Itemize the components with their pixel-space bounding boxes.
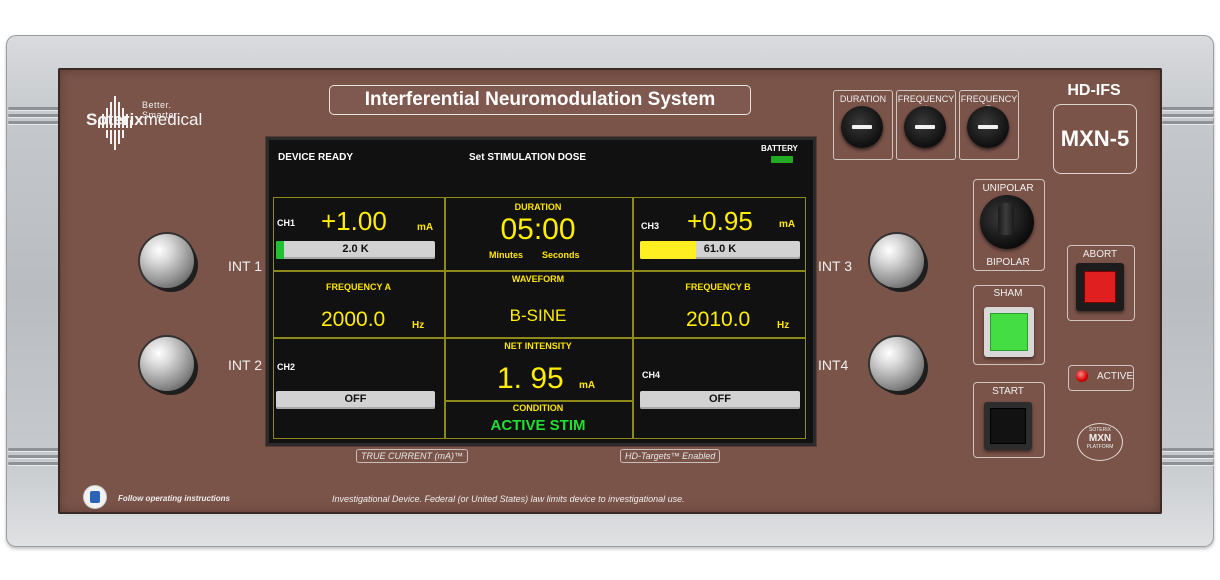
net-intensity-value: 1. 95 — [497, 362, 564, 395]
ch2-label: CH2 — [277, 362, 296, 372]
ch1-impedance: 2.0 K — [342, 243, 369, 255]
unipolar-label: UNIPOLAR — [982, 183, 1034, 194]
chassis-rail — [1162, 462, 1214, 465]
duration-knob-label: DURATION — [839, 94, 887, 104]
condition-label: CONDITION — [512, 403, 564, 413]
ch1-label: CH1 — [277, 218, 296, 228]
int2-knob[interactable] — [140, 337, 194, 391]
frequency-b-value: 2010.0 — [686, 308, 751, 331]
active-led-icon — [1076, 370, 1088, 382]
chassis-rail — [1162, 448, 1214, 451]
sham-button[interactable] — [984, 307, 1034, 357]
battery-icon — [771, 156, 793, 163]
brand-name: Soterixmedical — [86, 110, 203, 129]
ch4-label: CH4 — [642, 370, 661, 380]
frequency-b-unit: Hz — [777, 320, 790, 331]
ch3-impedance: 61.0 K — [703, 243, 737, 255]
ch1-unit: mA — [417, 222, 434, 233]
start-button[interactable] — [984, 402, 1032, 450]
device-status: DEVICE READY — [278, 152, 354, 163]
duration-knob[interactable] — [841, 106, 883, 148]
waveform-label: WAVEFORM — [511, 274, 565, 284]
net-intensity-label: NET INTENSITY — [504, 341, 572, 351]
frequency-b-knob[interactable] — [967, 106, 1009, 148]
ch4-state: OFF — [709, 393, 731, 405]
chassis-rail — [8, 107, 60, 110]
ch3-impedance-bar: 61.0 K — [640, 241, 800, 259]
abort-button[interactable] — [1076, 263, 1124, 311]
device-title: Interferential Neuromodulation System — [329, 85, 751, 115]
int3-label: INT 3 — [818, 258, 852, 274]
ch2-state: OFF — [344, 393, 367, 405]
sham-label: SHAM — [993, 288, 1023, 299]
ch4-state-bar: OFF — [640, 391, 800, 409]
ch3-label: CH3 — [641, 221, 660, 231]
duration-minutes-label: Minutes — [489, 250, 524, 260]
int3-knob[interactable] — [870, 234, 924, 288]
chassis-rail — [1162, 121, 1214, 124]
frequency-a-value: 2000.0 — [321, 308, 386, 331]
int1-label: INT 1 — [228, 258, 262, 274]
model-top-label: HD-IFS — [1067, 82, 1121, 99]
toggle-lever-icon — [998, 203, 1014, 235]
active-label: ACTIVE — [1097, 371, 1134, 382]
duration-value: 05:00 — [500, 213, 576, 246]
chassis-rail — [8, 448, 60, 451]
chassis-rail — [8, 121, 60, 124]
ch2-state-bar: OFF — [276, 391, 435, 409]
instructions-icon — [84, 486, 106, 508]
chassis-rail — [8, 114, 60, 117]
int4-label: INT4 — [818, 357, 849, 373]
int2-label: INT 2 — [228, 357, 262, 373]
ch4-panel — [632, 337, 806, 439]
hd-targets-label: HD-Targets™ Enabled — [620, 449, 721, 463]
battery-label: BATTERY — [761, 144, 798, 153]
true-current-label: TRUE CURRENT (mA)™ — [356, 449, 468, 463]
frequency-b-label: FREQUENCY B — [685, 282, 751, 292]
ch1-impedance-bar: 2.0 K — [276, 241, 435, 259]
duration-label: DURATION — [514, 202, 562, 212]
duration-seconds-label: Seconds — [542, 250, 580, 260]
chassis-rail — [1162, 107, 1214, 110]
frequency-a-unit: Hz — [412, 320, 425, 331]
display-screen: DEVICE READY Set STIMULATION DOSE BATTER… — [266, 137, 816, 446]
ch3-current: +0.95 — [687, 206, 753, 236]
int4-knob[interactable] — [870, 337, 924, 391]
int1-knob[interactable] — [140, 234, 194, 288]
brand-logo: Better. Smarter. Soterixmedical — [86, 86, 206, 156]
start-label: START — [992, 386, 1024, 397]
frequency-a-label: FREQUENCY A — [325, 282, 391, 292]
ch2-panel — [273, 337, 446, 439]
frequency-a-knob[interactable] — [904, 106, 946, 148]
instructions-text: Follow operating instructions — [118, 494, 230, 503]
bipolar-label: BIPOLAR — [986, 257, 1030, 268]
investigational-disclaimer: Investigational Device. Federal (or Unit… — [332, 494, 685, 504]
chassis-rail — [1162, 114, 1214, 117]
ch3-unit: mA — [779, 219, 796, 230]
abort-label: ABORT — [1082, 249, 1118, 260]
chassis-rail — [8, 462, 60, 465]
chassis-rail — [1162, 455, 1214, 458]
model-badge: MXN-5 — [1053, 104, 1137, 174]
ch1-current: +1.00 — [321, 206, 387, 236]
net-intensity-unit: mA — [579, 380, 596, 391]
chassis-rail — [8, 455, 60, 458]
waveform-value: B-SINE — [509, 306, 567, 325]
condition-value: ACTIVE STIM — [490, 417, 586, 434]
mxn-platform-stamp: SOTERIX MXN PLATFORM — [1077, 423, 1123, 461]
screen-header: Set STIMULATION DOSE — [469, 152, 587, 163]
